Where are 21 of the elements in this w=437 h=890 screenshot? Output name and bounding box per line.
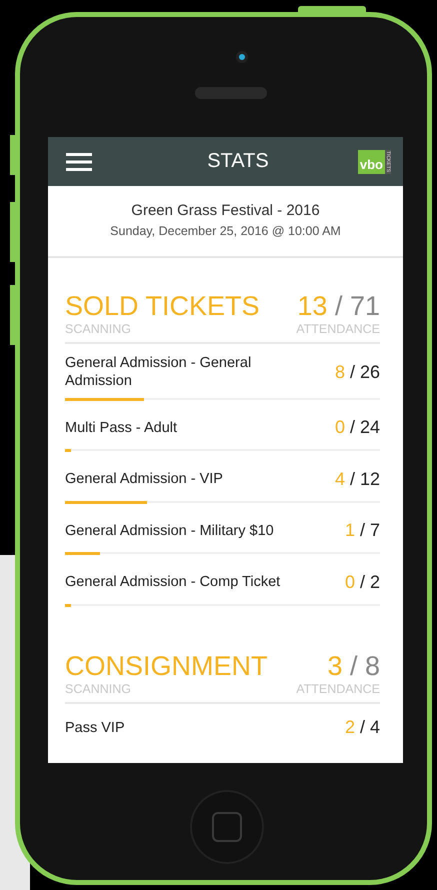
ticket-type-name: Pass VIP xyxy=(65,718,125,736)
ticket-type-name: General Admission - Comp Ticket xyxy=(65,573,280,591)
ticket-count: 0 / 2 xyxy=(344,572,380,592)
ticket-count: 0 / 24 xyxy=(334,417,380,438)
ticket-type-name: Multi Pass - Adult xyxy=(65,418,178,436)
ticket-count: 8 / 26 xyxy=(334,362,380,382)
ticket-count: 1 / 7 xyxy=(344,520,380,541)
ticket-type-name: General Admission - VIP xyxy=(65,470,223,488)
ticket-count: 4 / 12 xyxy=(334,468,380,490)
section-count: 13 / 71 xyxy=(297,290,380,322)
section-title: CONSIGNMENT xyxy=(65,650,268,682)
event-name: Green Grass Festival - 2016 xyxy=(130,202,321,219)
menu-icon[interactable] xyxy=(66,152,92,170)
ticket-type-name: General Admission - Military $10 xyxy=(65,522,274,540)
screen-title: STATS xyxy=(207,150,269,173)
section-count: 3 / 8 xyxy=(327,650,380,682)
event-date: Sunday, December 25, 2016 @ 10:00 AM xyxy=(109,224,342,238)
ticket-type-name: General Admission - General Admission xyxy=(65,354,252,390)
camera-icon xyxy=(239,54,245,60)
section-title: SOLD TICKETS xyxy=(65,290,260,322)
ticket-count: 2 / 4 xyxy=(344,717,380,738)
